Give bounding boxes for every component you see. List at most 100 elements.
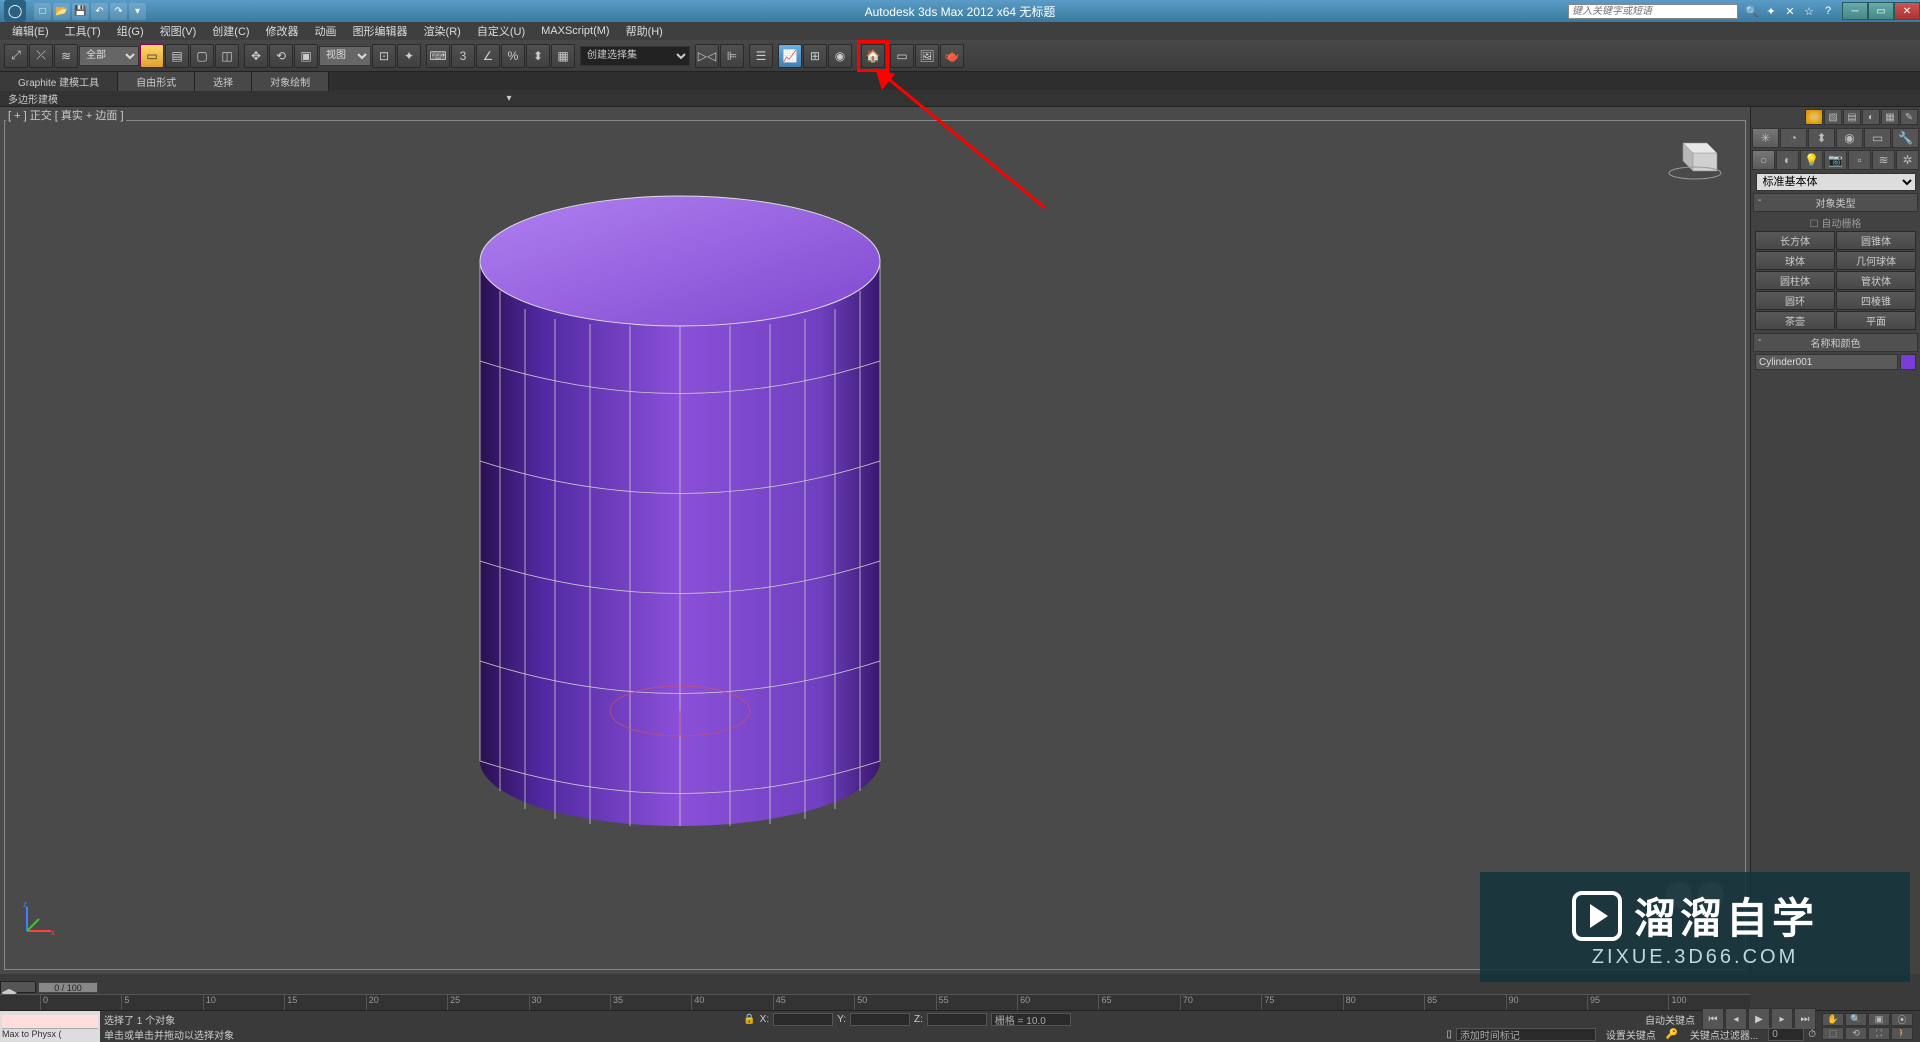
autogrid-checkbox[interactable]: ☐ 自动栅格 [1755,214,1916,231]
qat-dropdown-icon[interactable]: ▾ [129,3,146,20]
cone-button[interactable]: 圆锥体 [1836,231,1916,250]
menu-rendering[interactable]: 渲染(R) [416,21,469,41]
curve-editor-icon[interactable]: 📈 [778,44,802,68]
ribbon-tab-graphite[interactable]: Graphite 建模工具 [0,72,118,91]
snap-toggle-icon[interactable]: 3 [451,44,475,68]
rendered-frame-icon[interactable]: ▭ [890,44,914,68]
render-iterative-icon[interactable]: 🫖 [940,44,964,68]
undo-icon[interactable]: ↶ [91,3,108,20]
create-tab-icon[interactable]: ✳ [1752,128,1779,148]
time-ruler[interactable]: 0 5 10 15 20 25 30 35 40 45 50 55 60 65 … [0,994,1750,1010]
keyboard-shortcut-icon[interactable]: ⌨ [426,44,450,68]
timeslider-thumb[interactable]: 0 / 100 [38,982,98,993]
new-icon[interactable]: □ [34,3,51,20]
schematic-view-icon[interactable]: ⊞ [803,44,827,68]
plane-button[interactable]: 平面 [1836,311,1916,330]
subscription-icon[interactable]: ✦ [1763,3,1779,19]
lights-subtab-icon[interactable]: 💡 [1800,150,1823,170]
zoom-extents-icon[interactable]: ▣ [1868,1013,1890,1026]
box-button[interactable]: 长方体 [1755,231,1835,250]
sphere-button[interactable]: 球体 [1755,251,1835,270]
ribbon-tab-freeform[interactable]: 自由形式 [118,72,195,91]
align-icon[interactable]: ⊫ [720,44,744,68]
manipulate-icon[interactable]: ✦ [397,44,421,68]
cylinder-button[interactable]: 圆柱体 [1755,271,1835,290]
tube-button[interactable]: 管状体 [1836,271,1916,290]
hierarchy-tab-icon[interactable]: ⬍ [1808,128,1835,148]
script-listener[interactable]: Max to Physx ( [0,1011,100,1042]
menu-tools[interactable]: 工具(T) [57,21,109,41]
z-input[interactable] [927,1013,987,1026]
modify-tab-icon[interactable]: ◔ [1780,128,1807,148]
render-production-icon[interactable]: 🖼 [915,44,939,68]
menu-help[interactable]: 帮助(H) [618,21,671,41]
viewport[interactable]: z x [4,120,1746,970]
pyramid-button[interactable]: 四棱锥 [1836,291,1916,310]
ribbon-tab-paint[interactable]: 对象绘制 [252,72,329,91]
minimize-button[interactable]: ─ [1842,2,1868,20]
geosphere-button[interactable]: 几何球体 [1836,251,1916,270]
menu-create[interactable]: 创建(C) [204,21,257,41]
shapes-subtab-icon[interactable]: ◐ [1776,150,1799,170]
object-name-input[interactable] [1755,354,1898,370]
timeslider-leftscroll[interactable]: ◂▸ [0,981,36,993]
cylinder-object[interactable] [465,171,895,851]
exchange-icon[interactable]: ✕ [1782,3,1798,19]
util3-icon[interactable]: ◐ [1862,109,1880,125]
ribbon-expand-icon[interactable]: ▾ [498,93,520,104]
favorite-icon[interactable]: ☆ [1801,3,1817,19]
keyfilter-button[interactable]: 关键点过滤器... [1684,1027,1764,1042]
help-search-input[interactable] [1568,4,1738,19]
help-icon[interactable]: ? [1820,3,1836,19]
menu-group[interactable]: 组(G) [109,21,152,41]
lock-icon[interactable]: 🔒 [743,1014,755,1025]
close-button[interactable]: ✕ [1894,2,1920,20]
ref-coord-dropdown[interactable]: 视图 [319,46,371,66]
cameras-subtab-icon[interactable]: 📷 [1824,150,1847,170]
bind-spacewarp-icon[interactable]: ≋ [54,44,78,68]
spacewarps-subtab-icon[interactable]: ≋ [1872,150,1895,170]
util5-icon[interactable]: ✎ [1900,109,1918,125]
motion-tab-icon[interactable]: ◉ [1836,128,1863,148]
maximize-viewport-icon[interactable]: ⛶ [1868,1027,1890,1040]
save-icon[interactable]: 💾 [72,3,89,20]
layers-icon[interactable]: ☰ [749,44,773,68]
time-config-icon[interactable]: ⏱ [1808,1029,1816,1040]
utilities-tab-icon[interactable]: 🔧 [1892,128,1919,148]
fov-icon[interactable]: ⦿ [1891,1013,1913,1026]
menu-views[interactable]: 视图(V) [152,21,205,41]
selection-filter-dropdown[interactable]: 全部 [79,46,139,66]
sun-icon[interactable]: ☀ [1805,109,1823,125]
percent-snap-icon[interactable]: % [501,44,525,68]
setkey-button[interactable]: 设置关键点 [1600,1027,1662,1042]
unlink-icon[interactable]: ⤫ [29,44,53,68]
category-dropdown[interactable]: 标准基本体 [1756,173,1916,191]
maximize-button[interactable]: ▭ [1868,2,1894,20]
search-icon[interactable]: 🔍 [1744,3,1760,19]
redo-icon[interactable]: ↷ [110,3,127,20]
autokey-button[interactable]: 自动关键点 [1639,1012,1701,1027]
pan-icon[interactable]: ✋ [1822,1013,1844,1026]
zoom-icon[interactable]: 🔍 [1845,1013,1867,1026]
menu-modifiers[interactable]: 修改器 [258,21,307,41]
ribbon-tab-selection[interactable]: 选择 [195,72,252,91]
util1-icon[interactable]: ▨ [1824,109,1842,125]
walk-icon[interactable]: 🚶 [1891,1027,1913,1040]
ribbon-panel-label[interactable]: 多边形建模 [8,91,58,106]
scale-icon[interactable]: ▣ [294,44,318,68]
render-setup-icon[interactable]: 🏠 [861,44,885,68]
timetag-icon[interactable]: ▯ [1446,1029,1452,1040]
orbit-icon[interactable]: ⟲ [1845,1027,1867,1040]
menu-animation[interactable]: 动画 [307,21,345,41]
menu-edit[interactable]: 编辑(E) [4,21,57,41]
selectlink-icon[interactable]: ⤢ [4,44,28,68]
zoom-region-icon[interactable]: ⬚ [1822,1027,1844,1040]
pivot-center-icon[interactable]: ⊡ [372,44,396,68]
rollout-name-color[interactable]: 名称和颜色 [1753,333,1918,352]
viewcube[interactable] [1665,131,1725,181]
display-tab-icon[interactable]: ▭ [1864,128,1891,148]
viewport-label[interactable]: [ + ] 正交 [ 真实 + 边面 ] [6,107,126,123]
systems-subtab-icon[interactable]: ✲ [1896,150,1919,170]
teapot-button[interactable]: 茶壶 [1755,311,1835,330]
app-logo[interactable]: ◯ [4,0,26,22]
